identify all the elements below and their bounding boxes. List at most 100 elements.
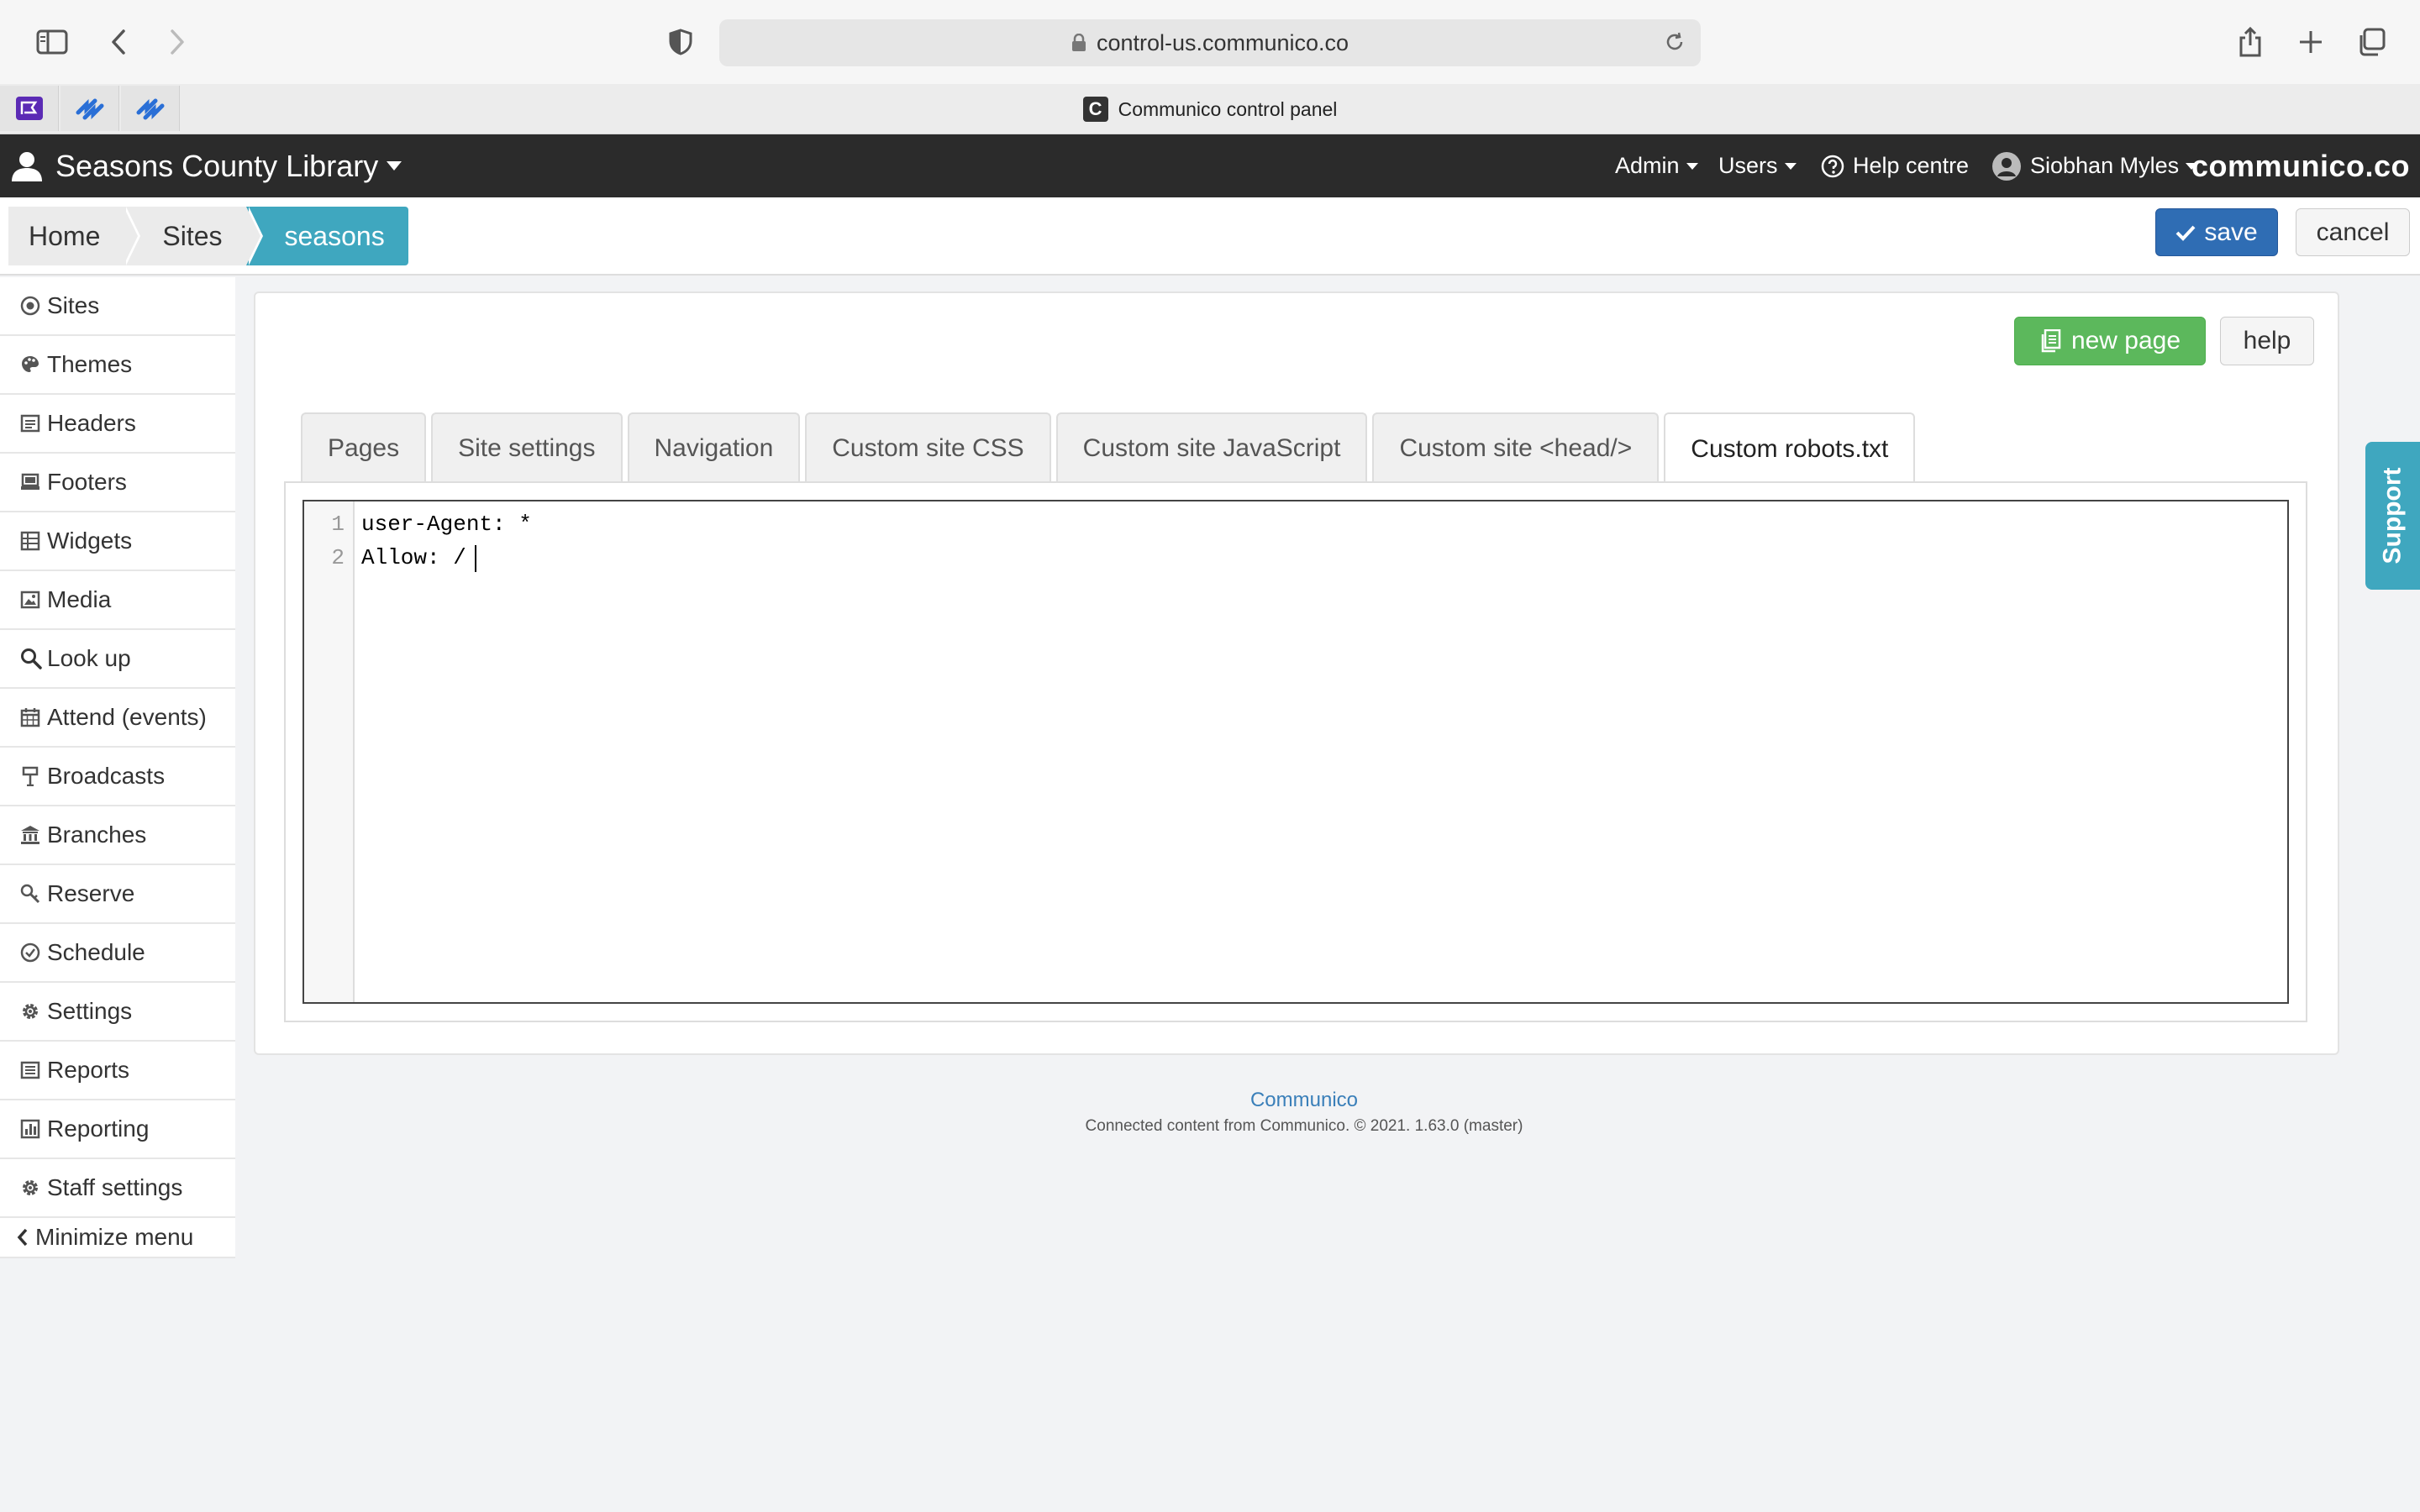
footer-communico-link[interactable]: Communico bbox=[0, 1089, 2420, 1112]
check-icon bbox=[2175, 225, 2196, 241]
code-line[interactable]: user-Agent: * bbox=[361, 512, 532, 537]
tab-custom-css[interactable]: Custom site CSS bbox=[805, 412, 1051, 483]
sidebar-item-label: Reports bbox=[47, 1057, 130, 1083]
back-icon[interactable] bbox=[104, 25, 133, 59]
user-menu[interactable]: Siobhan Myles bbox=[1991, 134, 2198, 197]
chevron-down-icon bbox=[1784, 162, 1797, 170]
sidebar-item-label: Themes bbox=[47, 351, 133, 377]
tab-navigation[interactable]: Navigation bbox=[627, 412, 801, 483]
tab-site-settings[interactable]: Site settings bbox=[431, 412, 623, 483]
sidebar-toggle-icon[interactable] bbox=[34, 25, 71, 59]
new-page-button[interactable]: new page bbox=[2014, 317, 2206, 365]
gear-icon bbox=[20, 1001, 45, 1021]
image-icon bbox=[20, 590, 45, 610]
help-button[interactable]: help bbox=[2220, 317, 2314, 365]
sidebar-item-label: Look up bbox=[47, 645, 131, 671]
url-text: control-us.communico.co bbox=[1096, 29, 1349, 55]
signpost-icon bbox=[20, 766, 45, 786]
sidebar-item-schedule[interactable]: Schedule bbox=[0, 924, 235, 983]
line-number: 1 bbox=[331, 512, 345, 537]
sidebar-item-label: Sites bbox=[47, 292, 100, 318]
code-line[interactable]: Allow: / bbox=[361, 545, 466, 570]
sidebar-item-reserve[interactable]: Reserve bbox=[0, 865, 235, 924]
privacy-shield-icon[interactable] bbox=[666, 27, 696, 57]
forward-icon[interactable] bbox=[163, 25, 192, 59]
sidebar-item-themes[interactable]: Themes bbox=[0, 336, 235, 395]
new-tab-icon[interactable] bbox=[2294, 25, 2328, 59]
support-tab[interactable]: Support bbox=[2365, 442, 2420, 590]
breadcrumb-current[interactable]: seasons bbox=[245, 207, 408, 265]
sidebar-item-look-up[interactable]: Look up bbox=[0, 630, 235, 689]
breadcrumb: Home Sites seasons bbox=[8, 207, 408, 265]
breadcrumb-sites[interactable]: Sites bbox=[124, 207, 263, 265]
sidebar-item-staff-settings[interactable]: Staff settings bbox=[0, 1159, 235, 1218]
lock-icon bbox=[1071, 34, 1086, 52]
admin-menu[interactable]: Admin bbox=[1615, 134, 1698, 197]
users-menu[interactable]: Users bbox=[1718, 134, 1797, 197]
sidebar-item-settings[interactable]: Settings bbox=[0, 983, 235, 1042]
sidebar-item-label: Media bbox=[47, 586, 112, 612]
user-icon bbox=[10, 150, 44, 183]
minimize-menu-button[interactable]: Minimize menu bbox=[0, 1218, 235, 1258]
grid-icon bbox=[20, 531, 45, 551]
address-bar[interactable]: control-us.communico.co bbox=[719, 19, 1701, 66]
save-button[interactable]: save bbox=[2155, 208, 2278, 256]
active-browser-tab[interactable]: C Communico control panel bbox=[0, 84, 2420, 134]
sidebar-item-headers[interactable]: Headers bbox=[0, 395, 235, 454]
sidebar-item-widgets[interactable]: Widgets bbox=[0, 512, 235, 571]
users-menu-label: Users bbox=[1718, 153, 1778, 178]
document-icon bbox=[20, 413, 45, 433]
laptop-icon bbox=[20, 472, 45, 492]
browser-toolbar: control-us.communico.co bbox=[0, 0, 2420, 84]
sidebar-item-label: Branches bbox=[47, 822, 147, 848]
sidebar-item-footers[interactable]: Footers bbox=[0, 454, 235, 512]
sidebar-item-label: Schedule bbox=[47, 939, 145, 965]
sidebar-item-sites[interactable]: Sites bbox=[0, 277, 235, 336]
sidebar-item-attend[interactable]: Attend (events) bbox=[0, 689, 235, 748]
sidebar-item-label: Reserve bbox=[47, 880, 135, 906]
footer-copyright: Connected content from Communico. © 2021… bbox=[1085, 1117, 1523, 1135]
tab-pages[interactable]: Pages bbox=[301, 412, 427, 483]
chevron-left-icon bbox=[17, 1228, 34, 1247]
action-bar: Home Sites seasons bbox=[0, 197, 2420, 276]
tab-custom-head[interactable]: Custom site <head/> bbox=[1372, 412, 1660, 483]
check-circle-icon bbox=[20, 942, 45, 963]
sidebar-item-branches[interactable]: Branches bbox=[0, 806, 235, 865]
palette-icon bbox=[20, 354, 45, 375]
sidebar-item-label: Staff settings bbox=[47, 1174, 183, 1200]
copy-page-icon bbox=[2041, 329, 2061, 353]
cancel-button[interactable]: cancel bbox=[2296, 208, 2410, 256]
user-name: Siobhan Myles bbox=[2030, 153, 2180, 178]
minimize-menu-label: Minimize menu bbox=[35, 1224, 194, 1250]
sidebar-item-label: Widgets bbox=[47, 528, 133, 554]
sidebar-item-media[interactable]: Media bbox=[0, 571, 235, 630]
share-icon[interactable] bbox=[2235, 24, 2265, 60]
sidebar-item-label: Footers bbox=[47, 469, 127, 495]
chevron-down-icon bbox=[387, 160, 402, 171]
report-icon bbox=[20, 1060, 45, 1080]
site-name: Seasons County Library bbox=[55, 148, 379, 183]
save-button-label: save bbox=[2204, 218, 2258, 246]
robots-code-editor[interactable]: 1 2 user-Agent: * Allow: / bbox=[302, 500, 2289, 1004]
tab-custom-javascript[interactable]: Custom site JavaScript bbox=[1055, 412, 1368, 483]
help-centre-link[interactable]: Help centre bbox=[1821, 134, 1969, 197]
browser-tab-bar: C Communico control panel bbox=[0, 84, 2420, 134]
sidebar-item-label: Settings bbox=[47, 998, 133, 1024]
line-number-gutter: 1 2 bbox=[304, 501, 355, 1002]
admin-menu-label: Admin bbox=[1615, 153, 1680, 178]
sidebar-item-label: Attend (events) bbox=[47, 704, 207, 730]
communico-favicon-icon: C bbox=[1082, 97, 1108, 122]
target-icon bbox=[20, 296, 45, 316]
text-cursor bbox=[475, 545, 476, 572]
site-tabs: Pages Site settings Navigation Custom si… bbox=[301, 412, 1920, 485]
site-switcher[interactable]: Seasons County Library bbox=[10, 134, 402, 197]
reload-icon[interactable] bbox=[1664, 31, 1686, 53]
tab-custom-robots[interactable]: Custom robots.txt bbox=[1664, 412, 1916, 485]
search-icon bbox=[20, 648, 45, 669]
support-label: Support bbox=[2378, 467, 2407, 564]
avatar-icon bbox=[1991, 151, 2022, 181]
key-search-icon bbox=[20, 884, 45, 904]
breadcrumb-home[interactable]: Home bbox=[8, 207, 141, 265]
tab-overview-icon[interactable] bbox=[2354, 25, 2388, 59]
sidebar-item-broadcasts[interactable]: Broadcasts bbox=[0, 748, 235, 806]
